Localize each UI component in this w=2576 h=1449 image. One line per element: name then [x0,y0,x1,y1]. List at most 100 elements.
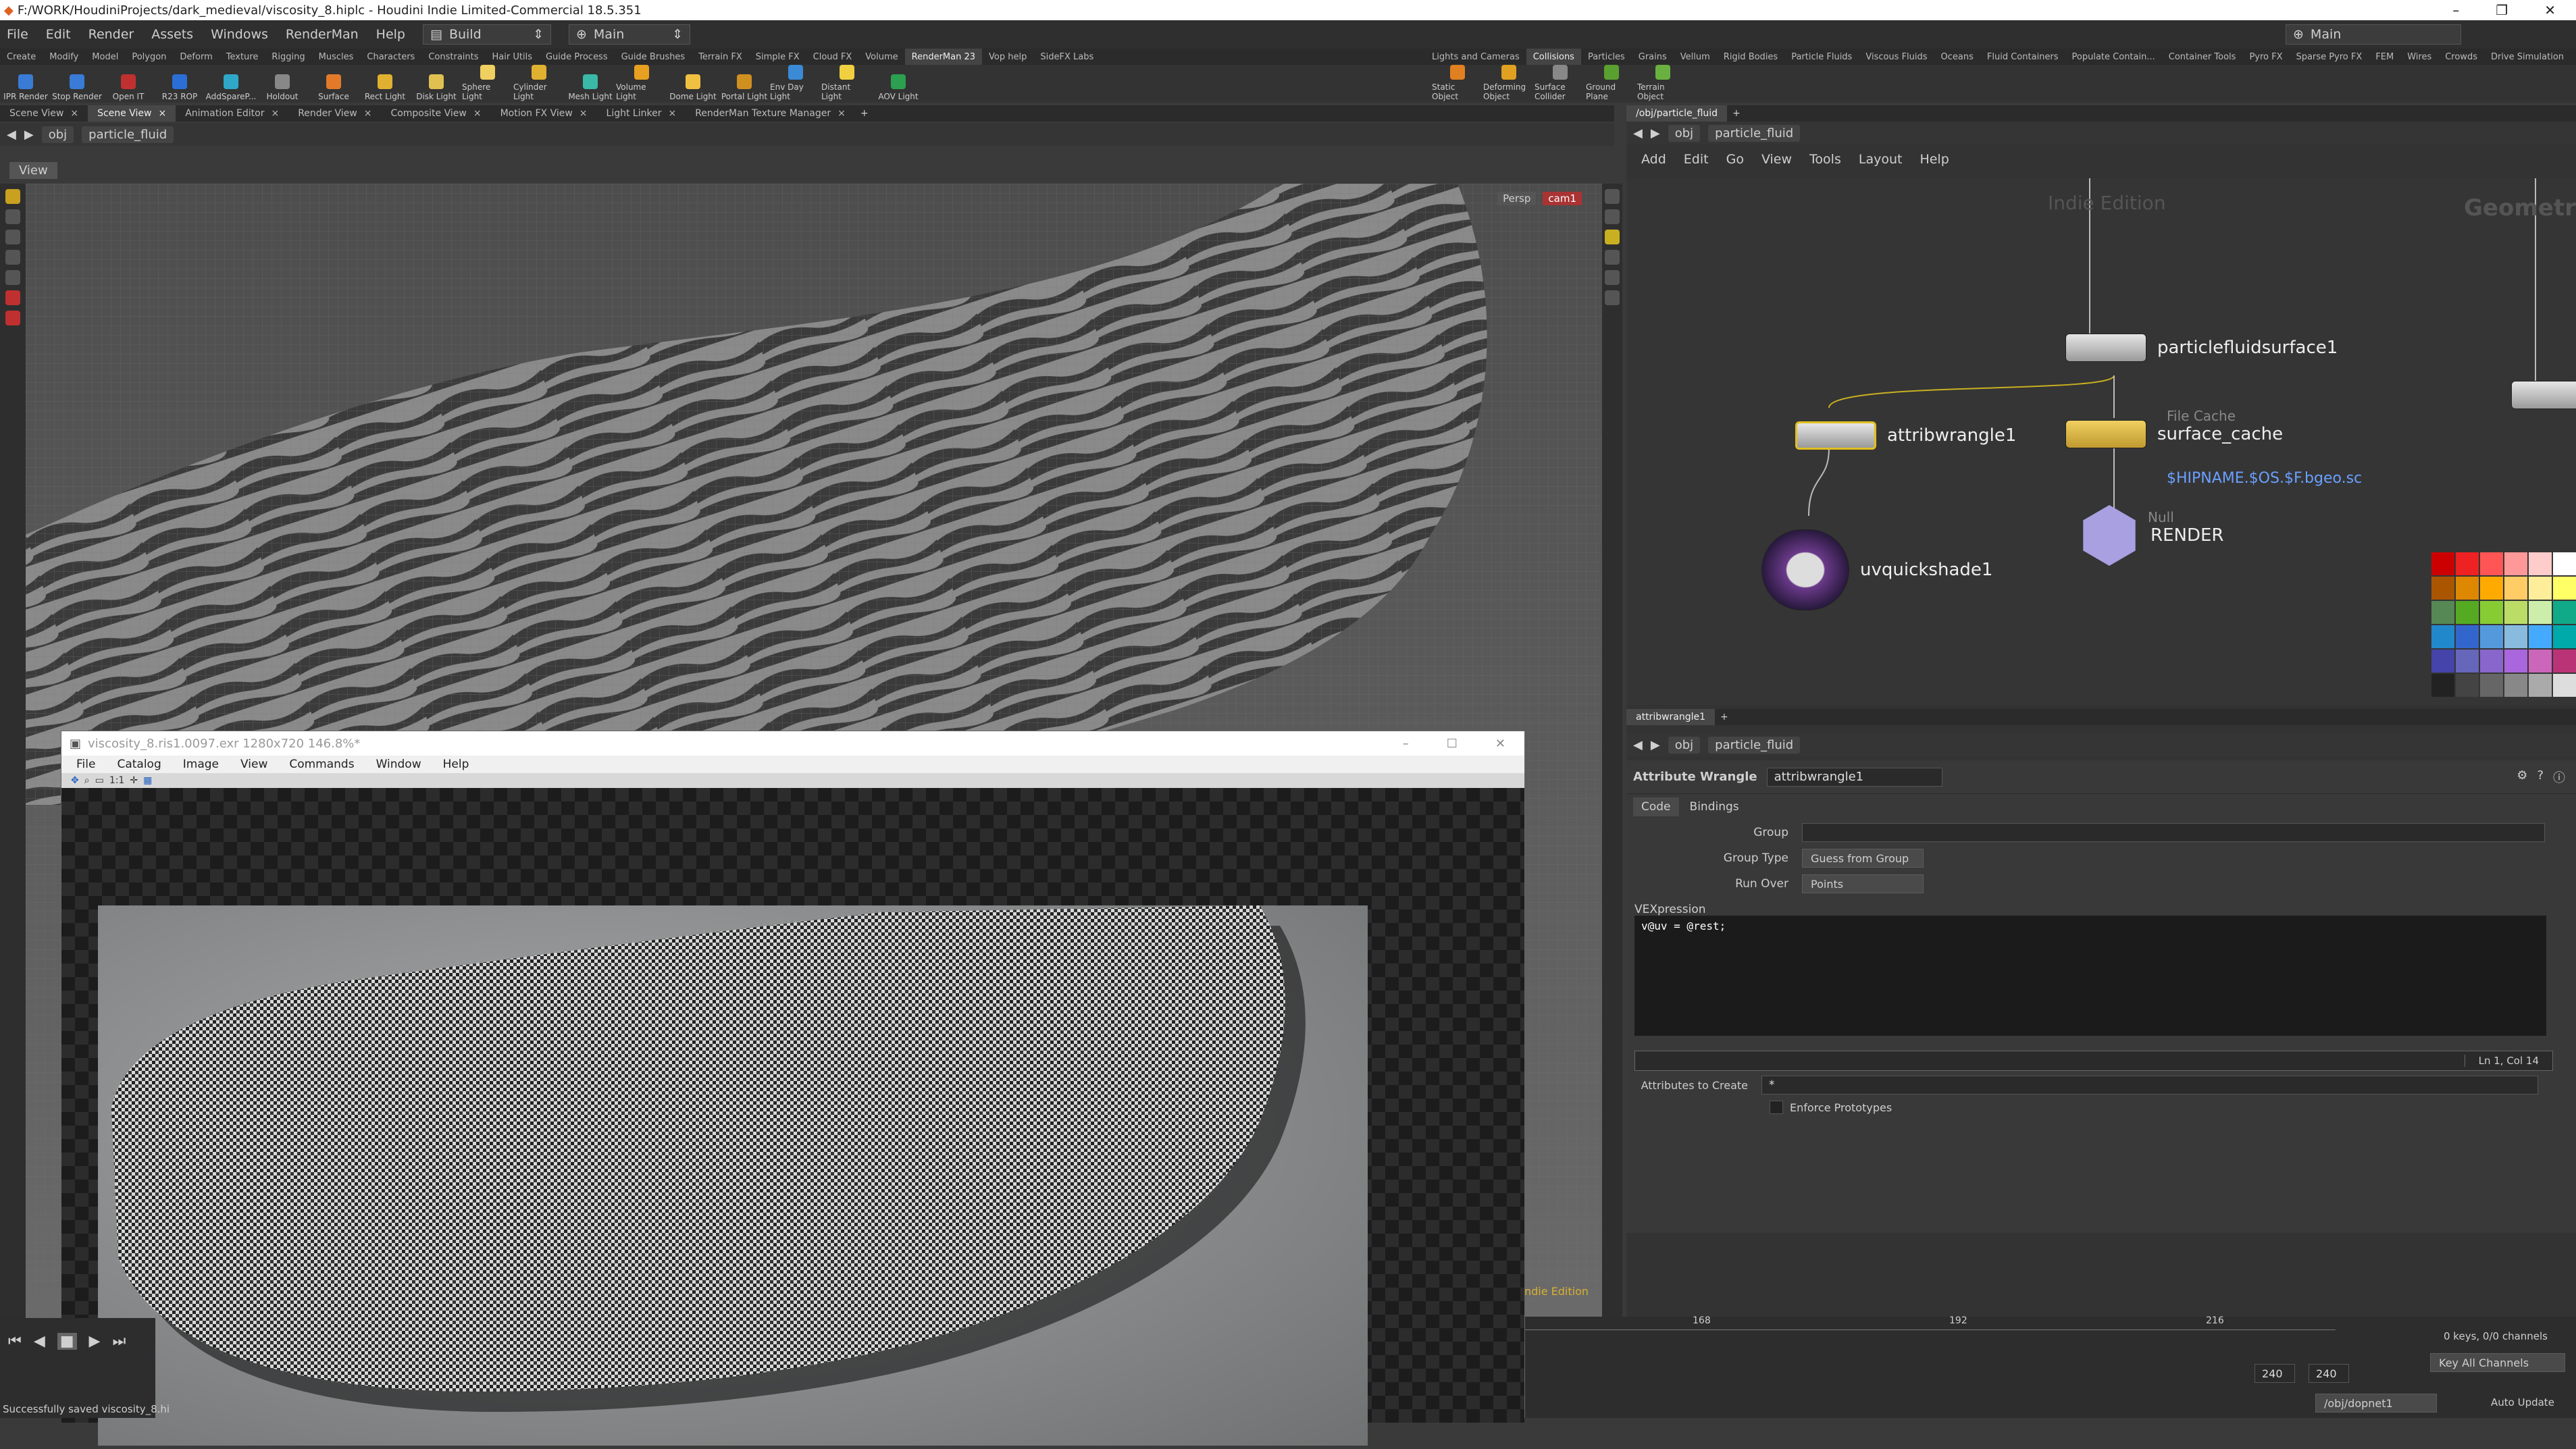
color-swatch[interactable] [2431,552,2454,575]
mplay-menu-file[interactable]: File [76,758,95,771]
last-frame-icon[interactable]: ⏭ [112,1333,126,1350]
desktop-select[interactable]: ▤ Build ⇕ [422,24,551,45]
menu-assets[interactable]: Assets [151,27,193,42]
shelf-tab[interactable]: Particle Fluids [1784,49,1859,65]
shelf-tool-button[interactable]: Surface [308,65,359,103]
persp-menu[interactable]: Persp [1497,192,1537,205]
mplay-maximize-button[interactable]: ☐ [1447,737,1458,751]
shelf-tool-button[interactable]: Deforming Object [1483,65,1535,103]
back-icon[interactable]: ◀ [1633,126,1643,140]
color-swatch[interactable] [2431,601,2454,624]
node-attribwrangle1[interactable]: attribwrangle1 [1795,421,2016,450]
shelf-tool-button[interactable]: Portal Light [719,65,770,103]
color-swatch[interactable] [2553,625,2576,648]
color-swatch[interactable] [2480,650,2503,673]
shelf-tool-button[interactable]: IPR Render [0,65,51,103]
wireframe-icon[interactable] [1605,270,1620,285]
sim-path-select[interactable]: /obj/dopnet1 [2315,1394,2437,1413]
shelf-tab[interactable]: Pyro FX [2242,49,2289,65]
close-icon[interactable]: × [271,108,279,119]
pane-tab[interactable]: Scene View × [88,105,176,122]
color-swatch[interactable] [2431,650,2454,673]
color-swatch[interactable] [2553,650,2576,673]
node-particlefluidsurface1[interactable]: particlefluidsurface1 [2065,334,2338,362]
color-swatch[interactable] [2456,650,2479,673]
shelf-tab[interactable]: Sparse Pyro FX [2290,49,2369,65]
menu-file[interactable]: File [7,27,28,42]
node-uvquickshade1[interactable]: uvquickshade1 [1761,529,1992,610]
shelf-tool-button[interactable]: Cylinder Light [513,65,565,103]
color-swatch[interactable] [2504,625,2527,648]
color-swatch[interactable] [2480,577,2503,600]
rotate-tool-icon[interactable] [5,230,20,244]
shelf-tab[interactable]: Lights and Cameras [1425,49,1526,65]
shelf-tool-button[interactable]: AddSpareP... [205,65,257,103]
shading-icon[interactable] [1605,250,1620,265]
vex-code-editor[interactable]: v@uv = @rest; [1634,916,2546,1036]
shelf-tool-button[interactable]: Stop Render [51,65,103,103]
shelf-tab[interactable]: Create [0,49,43,65]
color-swatch[interactable] [2504,577,2527,600]
tab-code[interactable]: Code [1633,797,1679,816]
close-icon[interactable]: × [364,108,372,119]
forward-icon[interactable]: ▶ [1651,738,1660,752]
color-swatch[interactable] [2456,577,2479,600]
context-select[interactable]: ⊕ Main ⇕ [568,24,690,45]
back-icon[interactable]: ◀ [7,128,16,142]
shelf-tab[interactable]: Deform [173,49,219,65]
shelf-tool-button[interactable]: Holdout [257,65,308,103]
color-swatch[interactable] [2456,601,2479,624]
range-start-field[interactable]: 240 [2255,1364,2295,1383]
shelf-tab[interactable]: Modify [43,49,85,65]
params-tab[interactable]: attribwrangle1 [1626,709,1716,725]
view-menu[interactable]: View [9,161,57,179]
shelf-tab[interactable]: Drive Simulation [2484,49,2571,65]
node-render[interactable]: RENDER [2079,505,2223,566]
shelf-tool-button[interactable]: Static Object [1432,65,1483,103]
tab-bindings[interactable]: Bindings [1682,797,1747,816]
pan-icon[interactable]: ✥ [71,775,79,786]
color-swatch[interactable] [2553,674,2576,697]
path-context[interactable]: obj [41,126,74,143]
close-icon[interactable]: × [668,108,676,119]
menu-edit[interactable]: Edit [46,27,71,42]
shelf-tab[interactable]: Vop help [982,49,1033,65]
shelf-tab[interactable]: Muscles [312,49,361,65]
shelf-tool-button[interactable]: Terrain Object [1637,65,1689,103]
shelf-tab[interactable]: Vellum [1674,49,1717,65]
lock-camera-icon[interactable] [1605,209,1620,224]
key-all-channels-button[interactable]: Key All Channels [2430,1353,2565,1372]
maximize-button[interactable]: ❐ [2496,2,2508,18]
shelf-tab[interactable]: Populate Contain... [2065,49,2162,65]
pose-tool-icon[interactable] [5,290,20,305]
shelf-tab[interactable]: Grains [1632,49,1674,65]
shelf-tool-button[interactable]: Dome Light [667,65,719,103]
node-body[interactable] [2511,381,2576,409]
close-icon[interactable]: × [158,108,166,119]
light-icon[interactable] [1605,230,1620,244]
aspect-icon[interactable]: ▦ [143,775,152,786]
mplay-menu-help[interactable]: Help [443,758,469,771]
network-menu-edit[interactable]: Edit [1684,152,1709,167]
shelf-tab[interactable]: Model [85,49,125,65]
fit-icon[interactable]: ▭ [95,775,104,786]
group-type-select[interactable]: Guess from Group [1802,849,1924,868]
menu-renderman[interactable]: RenderMan [286,27,359,42]
node-surface-cache[interactable]: surface_cache [2065,420,2283,448]
shelf-tool-button[interactable]: Open IT [103,65,154,103]
menu-render[interactable]: Render [88,27,134,42]
color-swatch[interactable] [2553,601,2576,624]
shelf-tab[interactable]: Oceans [1934,49,1980,65]
color-swatch[interactable] [2504,601,2527,624]
run-over-select[interactable]: Points [1802,874,1924,893]
shelf-tab[interactable]: SideFX Labs [1033,49,1100,65]
select-tool-icon[interactable] [5,189,20,204]
network-menu-help[interactable]: Help [1920,152,1949,167]
shelf-tab[interactable]: Crowds [2438,49,2484,65]
color-swatch[interactable] [2504,674,2527,697]
shelf-tab[interactable]: Fluid Containers [1980,49,2065,65]
color-swatch[interactable] [2480,625,2503,648]
shelf-tool-button[interactable]: Surface Collider [1535,65,1586,103]
help-icon[interactable]: ? [2537,768,2544,786]
shelf-tab[interactable]: Terrain FX [692,49,749,65]
